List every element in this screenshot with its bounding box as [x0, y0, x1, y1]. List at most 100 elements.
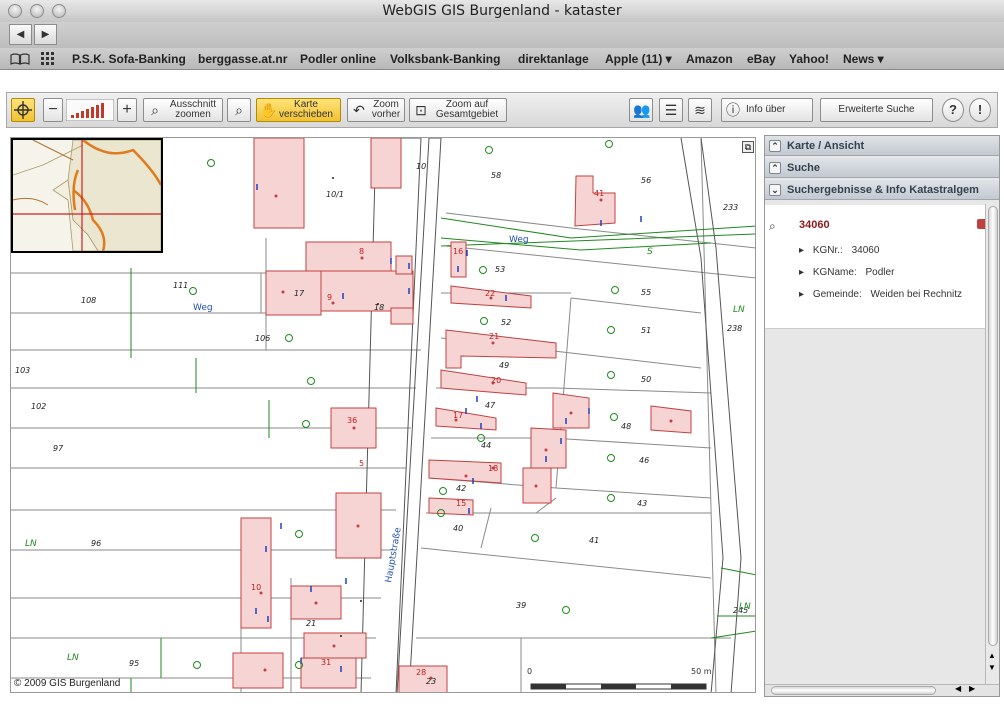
bullet-icon: ▸: [799, 245, 805, 256]
result-id[interactable]: 34060: [799, 219, 830, 231]
house-label-5: 5: [359, 459, 364, 468]
scroll-right-icon[interactable]: ▶: [969, 684, 975, 693]
house-label-16: 16: [453, 247, 463, 256]
house-label-41: 41: [594, 189, 604, 198]
kgnr-value: 34060: [851, 245, 880, 256]
chevron-up-icon: ⌃: [769, 162, 781, 174]
landuse-label-ln-3: LN: [733, 305, 745, 315]
vertical-scroll-thumb[interactable]: [988, 206, 998, 646]
parcel-label-43: 43: [637, 499, 647, 508]
bookmark-podler-online[interactable]: Podler online: [300, 52, 376, 66]
bookmark-psk[interactable]: P.S.K. Sofa-Banking: [72, 52, 186, 66]
scale-bar: [530, 683, 707, 690]
info-icon: ⓘ: [726, 102, 740, 118]
bookmark-yahoo[interactable]: Yahoo!: [789, 52, 829, 66]
bookmark-amazon[interactable]: Amazon: [686, 52, 733, 66]
path-label-weg-east: Weg: [509, 235, 529, 245]
gemeinde-value: Weiden bei Rechnitz: [870, 289, 963, 300]
parcel-label-51: 51: [641, 326, 651, 335]
info-ueber-button[interactable]: ⓘ Info über: [721, 98, 813, 122]
section-karte-ansicht[interactable]: ⌃ Karte / Ansicht: [765, 136, 999, 156]
forward-arrow-icon: ▶: [41, 29, 50, 40]
house-label-20: 20: [491, 376, 501, 385]
zoom-to-result-icon[interactable]: ⌕: [769, 219, 783, 233]
path-label-weg-west: Weg: [193, 303, 213, 313]
parcel-label-233: 233: [723, 203, 738, 212]
bookmark-berggasse[interactable]: berggasse.at.nr: [198, 52, 287, 66]
zoom-vorher-button[interactable]: ↶ Zoom vorher: [347, 98, 405, 122]
parcel-label-10-1: 10/1: [326, 190, 344, 199]
sidebar-horizontal-scrollbar[interactable]: ◀ ▶: [765, 684, 999, 696]
zoom-vorher-line2: vorher: [371, 109, 401, 120]
forward-button[interactable]: ▶: [34, 24, 57, 45]
landuse-label-s: S: [647, 247, 653, 257]
section-suche[interactable]: ⌃ Suche: [765, 158, 999, 178]
kgnr-label: KGNr.:: [812, 245, 843, 256]
minimize-window-button[interactable]: [30, 4, 44, 18]
section-karte-label: Karte / Ansicht: [787, 140, 865, 152]
result-gemeinde-row: ▸ Gemeinde: Weiden bei Rechnitz: [799, 289, 979, 301]
bookmarks-book-icon[interactable]: [10, 53, 30, 65]
result-kgname-row: ▸ KGName: Podler: [799, 267, 894, 278]
map-copyright: © 2009 GIS Burgenland: [14, 678, 121, 689]
zoom-window-button[interactable]: [52, 4, 66, 18]
parcel-label-108: 108: [81, 296, 96, 305]
select-tool-button[interactable]: [11, 98, 35, 122]
persons-button[interactable]: 👥: [629, 98, 653, 122]
back-button[interactable]: ◀: [9, 24, 32, 45]
zoom-in-button[interactable]: +: [117, 98, 137, 122]
parcel-label-103: 103: [15, 366, 30, 375]
zoom-out-button[interactable]: −: [43, 98, 63, 122]
magnifier-rect-icon: ⌕: [151, 102, 159, 118]
maximize-map-icon[interactable]: ⧉: [742, 141, 754, 153]
parcel-label-52: 52: [501, 318, 511, 327]
chevron-up-icon: ⌃: [769, 140, 781, 152]
horizontal-scroll-thumb[interactable]: [771, 686, 936, 695]
parcel-label-40: 40: [453, 524, 463, 533]
bookmark-news-menu[interactable]: News ▾: [843, 52, 884, 66]
section-suchergebnisse[interactable]: ⌄ Suchergebnisse & Info Katastralgem: [765, 180, 999, 200]
parcel-label-21: 21: [306, 619, 316, 628]
list-button[interactable]: ☰: [659, 98, 683, 122]
vegetation-lines: [130, 217, 755, 692]
search-results-pane: ⌕ 34060 ▸ KGNr.: 34060 ▸ KGName: Podler …: [765, 205, 987, 329]
layers-button[interactable]: ≋: [688, 98, 712, 122]
parcel-label-23: 23: [426, 677, 436, 686]
bookmark-volksbank[interactable]: Volksbank-Banking: [390, 52, 500, 66]
erweiterte-suche-button[interactable]: Erweiterte Suche: [820, 98, 933, 122]
section-ergebnisse-label: Suchergebnisse & Info Katastralgem: [787, 184, 979, 196]
scale-labels: 0 50 m: [527, 667, 712, 676]
bullet-icon: ▸: [799, 267, 805, 278]
top-sites-grid-icon[interactable]: [41, 52, 55, 66]
zoom-gesamtgebiet-button[interactable]: ⊡ Zoom auf Gesamtgebiet: [409, 98, 507, 122]
question-icon: ?: [949, 102, 957, 117]
scroll-down-icon[interactable]: ▼: [988, 663, 996, 672]
house-label-31: 31: [321, 658, 331, 667]
bookmark-direktanlage[interactable]: direktanlage: [518, 52, 589, 66]
ausschnitt-zoomen-button[interactable]: ⌕ Ausschnitt zoomen: [143, 98, 223, 122]
about-button[interactable]: !: [969, 98, 991, 122]
scale-end-label: 50 m: [691, 667, 712, 676]
close-window-button[interactable]: [8, 4, 22, 18]
sidebar-vertical-scrollbar[interactable]: ▲ ▼: [985, 204, 999, 684]
undo-arrow-icon: ↶: [353, 102, 365, 118]
zoom-level-slider[interactable]: [66, 99, 114, 121]
list-icon: ☰: [664, 102, 678, 118]
map-canvas[interactable]: 10/1 58 56 233 111 108 17 18 53 55 52 51…: [10, 137, 756, 693]
scroll-left-icon[interactable]: ◀: [955, 684, 961, 693]
magnifier-icon: ⌕: [235, 102, 243, 118]
full-extent-icon: ⊡: [415, 102, 427, 118]
parcel-label-53: 53: [495, 265, 505, 274]
browser-toolbar: [0, 22, 1004, 48]
zoom-magnifier-button[interactable]: ⌕: [227, 98, 251, 122]
bookmark-apple-menu[interactable]: Apple (11) ▾: [605, 52, 672, 66]
overview-map[interactable]: [11, 138, 163, 253]
parcel-label-50: 50: [641, 375, 651, 384]
house-label-18: 18: [488, 464, 498, 473]
karte-verschieben-button[interactable]: ✋ Karte verschieben: [256, 98, 341, 122]
scroll-up-icon[interactable]: ▲: [988, 651, 996, 660]
parcel-label-41: 41: [589, 536, 599, 545]
bookmark-ebay[interactable]: eBay: [747, 52, 776, 66]
help-button[interactable]: ?: [942, 98, 964, 122]
parcel-label-10: 10: [416, 162, 426, 171]
